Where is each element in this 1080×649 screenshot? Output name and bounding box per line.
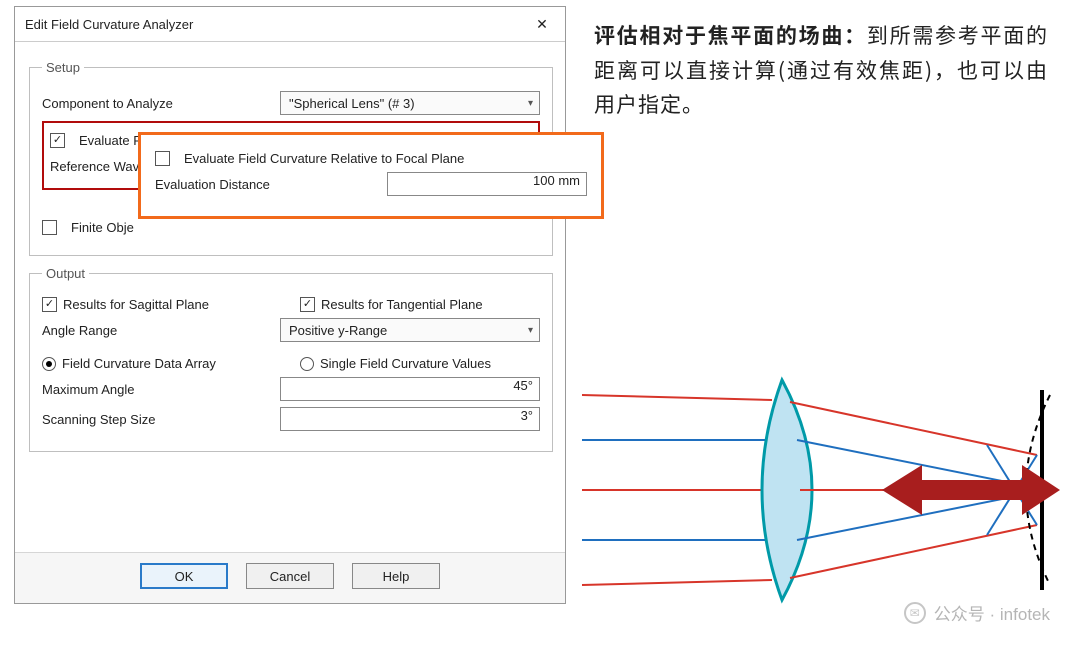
wechat-icon: ✉ [904, 602, 926, 624]
radio-array[interactable] [42, 357, 56, 371]
annotation-text: 评估相对于焦平面的场曲：到所需参考平面的距离可以直接计算(通过有效焦距)，也可以… [594, 18, 1048, 122]
component-combobox[interactable]: "Spherical Lens" (# 3) ▾ [280, 91, 540, 115]
finite-object-checkbox[interactable]: ✓ [42, 220, 57, 235]
component-label: Component to Analyze [42, 96, 272, 111]
radio-single-option[interactable]: Single Field Curvature Values [300, 356, 491, 371]
radio-row: Field Curvature Data Array Single Field … [42, 356, 540, 371]
eval-relative-checkbox[interactable]: ✓ [50, 133, 65, 148]
lens-ray-diagram [582, 340, 1072, 640]
watermark: ✉ 公众号 · infotek [904, 600, 1050, 625]
angle-range-combobox[interactable]: Positive y-Range ▾ [280, 318, 540, 342]
results-row: ✓ Results for Sagittal Plane ✓ Results f… [42, 297, 540, 312]
radio-single-label: Single Field Curvature Values [320, 356, 491, 371]
chevron-down-icon: ▾ [528, 98, 533, 109]
titlebar[interactable]: Edit Field Curvature Analyzer ✕ [15, 7, 565, 42]
dialog-buttons: OK Cancel Help [15, 552, 565, 603]
overlay-distance-input[interactable]: 100 mm [387, 172, 587, 196]
radio-single[interactable] [300, 357, 314, 371]
output-legend: Output [42, 266, 89, 281]
max-angle-label: Maximum Angle [42, 382, 272, 397]
results-sagittal-checkbox[interactable]: ✓ [42, 297, 57, 312]
finite-object-label: Finite Obje [71, 220, 134, 235]
annotation-heading: 评估相对于焦平面的场曲： [594, 20, 867, 50]
setup-legend: Setup [42, 60, 84, 75]
watermark-text: 公众号 · infotek [934, 600, 1050, 625]
component-row: Component to Analyze "Spherical Lens" (#… [42, 91, 540, 115]
cancel-button[interactable]: Cancel [246, 563, 334, 589]
overlay-distance-row: Evaluation Distance 100 mm [155, 172, 587, 196]
output-group: Output ✓ Results for Sagittal Plane ✓ Re… [29, 266, 553, 452]
step-size-input[interactable]: 3° [280, 407, 540, 431]
angle-range-label: Angle Range [42, 323, 272, 338]
results-tangential-option: ✓ Results for Tangential Plane [300, 297, 483, 312]
results-tangential-label: Results for Tangential Plane [321, 297, 483, 312]
chevron-down-icon: ▾ [528, 325, 533, 336]
max-angle-input[interactable]: 45° [280, 377, 540, 401]
field-curvature-dialog: Edit Field Curvature Analyzer ✕ Setup Co… [14, 6, 566, 604]
results-sagittal-option: ✓ Results for Sagittal Plane [42, 297, 292, 312]
angle-range-value: Positive y-Range [289, 323, 387, 338]
step-size-row: Scanning Step Size 3° [42, 407, 540, 431]
finite-object-row: ✓ Finite Obje [42, 220, 540, 235]
help-button[interactable]: Help [352, 563, 440, 589]
dialog-body: Setup Component to Analyze "Spherical Le… [15, 42, 565, 552]
max-angle-value: 45° [513, 378, 533, 393]
overlay-eval-checkbox[interactable]: ✓ [155, 151, 170, 166]
overlay-eval-row: ✓ Evaluate Field Curvature Relative to F… [155, 151, 587, 166]
dialog-title: Edit Field Curvature Analyzer [25, 17, 193, 32]
overlay-distance-value: 100 mm [533, 173, 580, 188]
step-size-value: 3° [521, 408, 533, 423]
radio-array-label: Field Curvature Data Array [62, 356, 216, 371]
overlay-distance-label: Evaluation Distance [155, 177, 379, 192]
results-sagittal-label: Results for Sagittal Plane [63, 297, 209, 312]
ok-button[interactable]: OK [140, 563, 228, 589]
step-size-label: Scanning Step Size [42, 412, 272, 427]
component-value: "Spherical Lens" (# 3) [289, 96, 415, 111]
radio-array-option[interactable]: Field Curvature Data Array [42, 356, 292, 371]
angle-range-row: Angle Range Positive y-Range ▾ [42, 318, 540, 342]
close-icon[interactable]: ✕ [527, 13, 557, 35]
overlay-orange-box: ✓ Evaluate Field Curvature Relative to F… [138, 132, 604, 219]
overlay-eval-label: Evaluate Field Curvature Relative to Foc… [184, 151, 464, 166]
results-tangential-checkbox[interactable]: ✓ [300, 297, 315, 312]
max-angle-row: Maximum Angle 45° [42, 377, 540, 401]
